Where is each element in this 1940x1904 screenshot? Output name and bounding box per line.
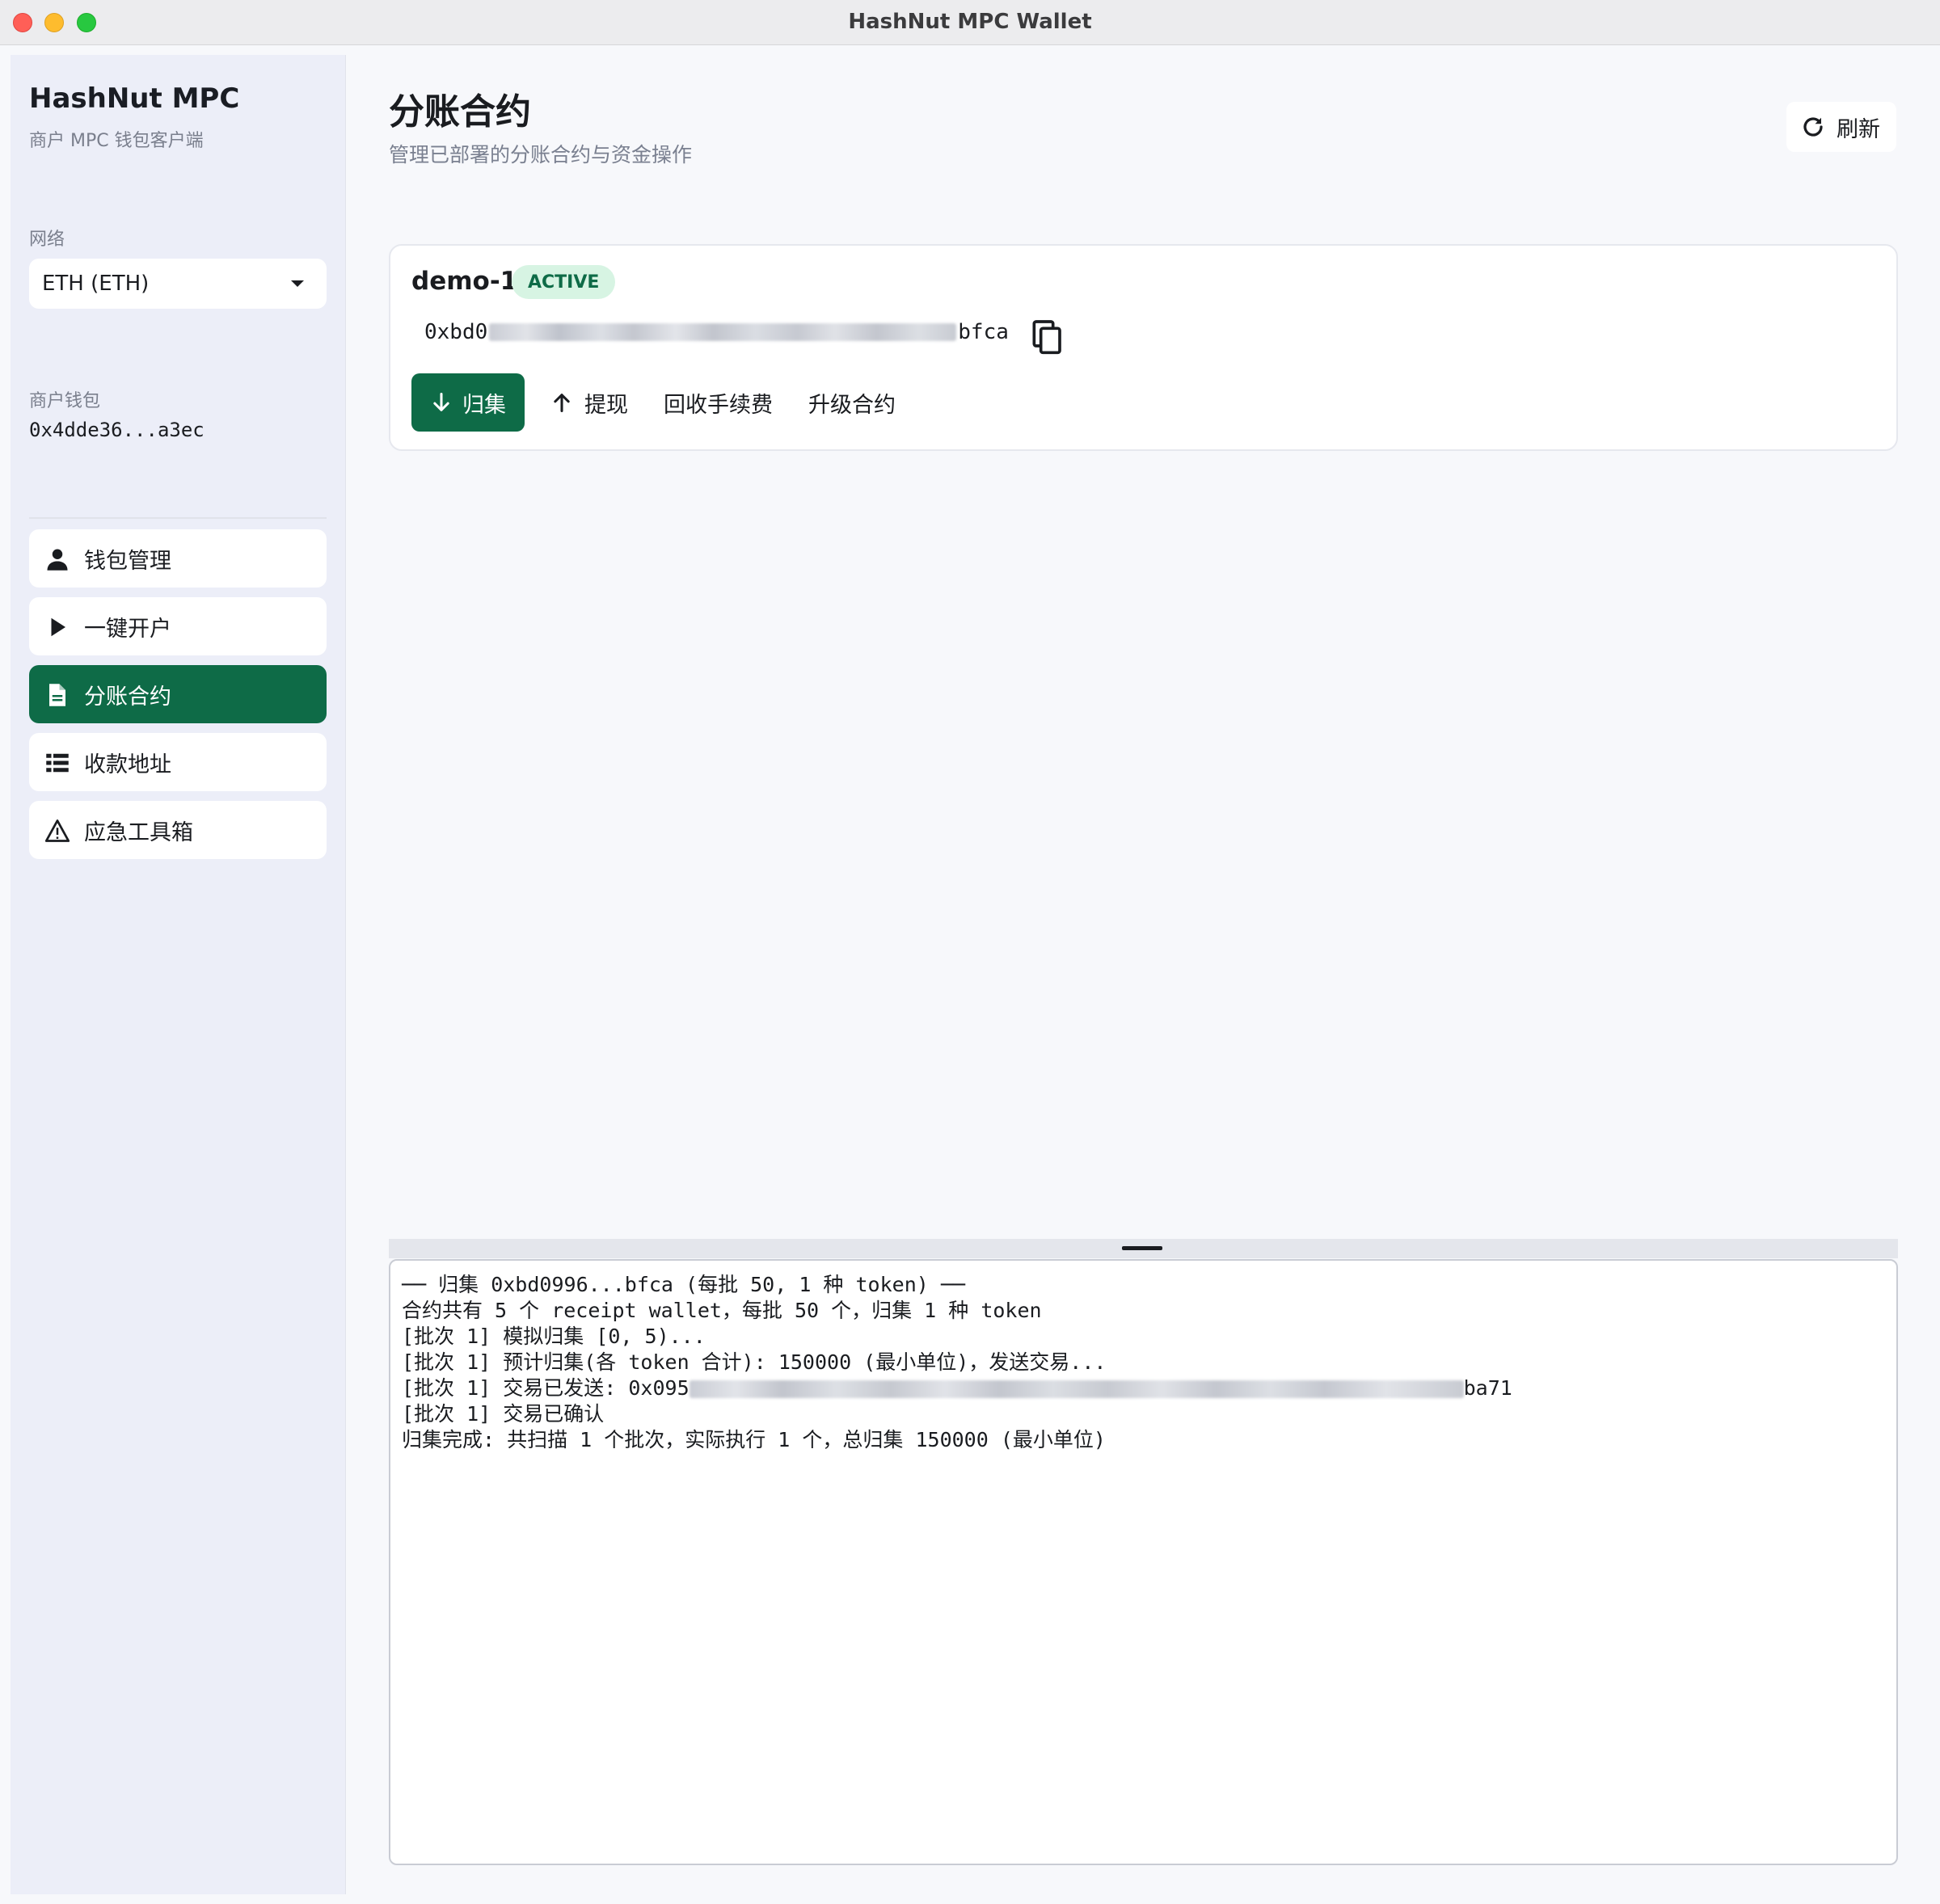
upgrade-contract-button[interactable]: 升级合约: [808, 373, 896, 432]
arrow-up-icon: [554, 394, 570, 413]
refresh-button[interactable]: 刷新: [1786, 102, 1896, 152]
collect-button[interactable]: 归集: [411, 373, 525, 432]
merchant-wallet-address: 0x4dde36...a3ec: [29, 419, 205, 441]
contract-address-prefix: 0xbd0: [424, 320, 488, 344]
log-line: ── 归集 0xbd0996...bfca (每批 50, 1 种 token)…: [402, 1273, 965, 1296]
warning-icon: [45, 819, 70, 842]
app-window: HashNut MPC Wallet HashNut MPC 商户 MPC 钱包…: [0, 0, 1940, 1904]
sidebar-nav: 钱包管理 一键开户 分账合约 收款地址 应急工具箱: [29, 529, 327, 869]
status-badge: ACTIVE: [512, 265, 616, 299]
sidebar-item-label: 分账合约: [84, 684, 171, 710]
redacted-tx-hash: [689, 1380, 1464, 1398]
sidebar-item-receipt-addresses[interactable]: 收款地址: [29, 733, 327, 791]
sidebar-item-label: 收款地址: [84, 752, 171, 777]
collect-label: 归集: [462, 392, 506, 418]
sidebar-item-emergency-toolbox[interactable]: 应急工具箱: [29, 801, 327, 859]
brand-title: HashNut MPC: [29, 82, 240, 115]
log-line: 归集完成: 共扫描 1 个批次，实际执行 1 个，总归集 150000 (最小单…: [402, 1428, 1106, 1451]
user-icon: [47, 549, 68, 571]
sidebar-item-label: 一键开户: [84, 616, 171, 642]
panel-splitter[interactable]: [389, 1239, 1898, 1258]
log-line: 合约共有 5 个 receipt wallet，每批 50 个，归集 1 种 t…: [402, 1299, 1042, 1322]
sidebar-divider: [29, 517, 327, 519]
brand-subtitle: 商户 MPC 钱包客户端: [29, 131, 204, 151]
sidebar-item-wallet-management[interactable]: 钱包管理: [29, 529, 327, 588]
network-select[interactable]: ETH (ETH): [29, 259, 327, 309]
sidebar-item-split-contract[interactable]: 分账合约: [29, 665, 327, 723]
log-line: [批次 1] 模拟归集 [0, 5)...: [402, 1325, 706, 1348]
log-line: [批次 1] 预计归集(各 token 合计): 150000 (最小单位)，发…: [402, 1350, 1107, 1374]
contract-card: demo-1 ACTIVE 0xbd0 bfca 归集 提现 回收手续费 升级合…: [389, 244, 1898, 451]
title-bar: HashNut MPC Wallet: [0, 0, 1940, 45]
contract-address-suffix: bfca: [958, 320, 1009, 344]
log-line-tx-sent: [批次 1] 交易已发送: 0x095 ba71: [402, 1375, 1885, 1401]
sidebar-item-label: 应急工具箱: [84, 819, 193, 845]
page-title: 分账合约: [389, 91, 531, 133]
log-line-text: [批次 1] 交易已发送: 0x095: [402, 1376, 690, 1400]
log-output[interactable]: ── 归集 0xbd0996...bfca (每批 50, 1 种 token)…: [389, 1259, 1898, 1865]
network-label: 网络: [29, 230, 65, 250]
refresh-icon: [1803, 117, 1823, 137]
chevron-down-icon: [291, 280, 304, 287]
contract-actions: 归集 提现 回收手续费 升级合约: [411, 373, 896, 432]
arrow-down-icon: [433, 392, 449, 411]
page-subtitle: 管理已部署的分账合约与资金操作: [389, 143, 693, 166]
contract-address: 0xbd0 bfca: [424, 320, 1009, 344]
withdraw-label: 提现: [584, 392, 628, 418]
merchant-wallet-label: 商户钱包: [29, 391, 101, 411]
document-icon: [49, 684, 65, 706]
reclaim-fee-button[interactable]: 回收手续费: [664, 373, 773, 432]
log-line: [批次 1] 交易已确认: [402, 1402, 605, 1426]
sidebar-item-one-click-open[interactable]: 一键开户: [29, 597, 327, 655]
network-select-value: ETH (ETH): [42, 272, 150, 296]
list-icon: [46, 753, 69, 773]
withdraw-button[interactable]: 提现: [550, 373, 628, 432]
contract-name: demo-1: [411, 267, 518, 296]
tx-hash-suffix: ba71: [1463, 1376, 1512, 1400]
reclaim-fee-label: 回收手续费: [664, 392, 773, 418]
copy-icon[interactable]: [1031, 320, 1064, 356]
upgrade-contract-label: 升级合约: [808, 392, 896, 418]
play-icon: [51, 617, 65, 637]
redacted-address: [489, 323, 957, 341]
drag-handle-icon[interactable]: [1122, 1246, 1162, 1250]
window-title: HashNut MPC Wallet: [848, 10, 1092, 34]
refresh-label: 刷新: [1837, 116, 1880, 142]
sidebar-item-label: 钱包管理: [84, 548, 171, 574]
sidebar: HashNut MPC 商户 MPC 钱包客户端 网络 ETH (ETH) 商户…: [11, 55, 346, 1894]
